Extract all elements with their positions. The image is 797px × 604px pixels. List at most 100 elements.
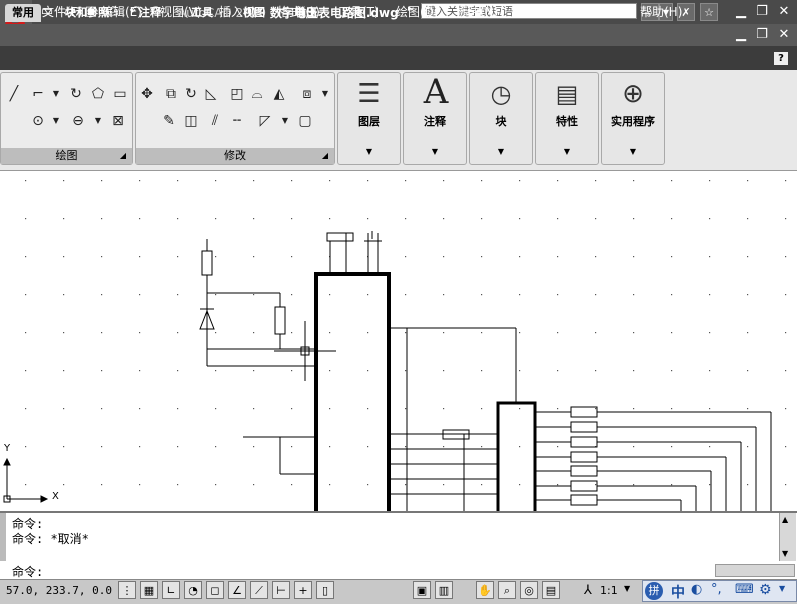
dynamic-input-icon[interactable]: ⊢ — [272, 581, 290, 599]
menu-draw[interactable]: 绘图(D) — [396, 3, 439, 20]
annotation-panel[interactable]: A 注释 ▼ — [403, 72, 467, 165]
menu-dimension[interactable]: 标注(N) — [456, 3, 498, 20]
tab-blocks-references[interactable]: 块和参照 — [58, 4, 116, 22]
command-input-row[interactable]: 命令: — [0, 563, 797, 580]
ellipse-icon[interactable]: ⊖ — [69, 112, 87, 130]
favorites-star-icon[interactable]: ☆ — [700, 3, 718, 21]
stretch-icon[interactable]: ◺ — [202, 85, 220, 103]
copy-icon[interactable]: ⧉ — [162, 85, 180, 103]
text-a-icon: A — [423, 72, 449, 112]
array-dropdown-icon[interactable]: ▼ — [316, 85, 334, 103]
properties-label: 特性 — [556, 115, 578, 128]
polyline-dropdown-icon[interactable]: ▼ — [47, 85, 65, 103]
grid-display-icon[interactable]: ▦ — [140, 581, 158, 599]
polar-tracking-icon[interactable]: ◔ — [184, 581, 202, 599]
help-question-icon[interactable]: ? — [774, 52, 788, 65]
showmotion-icon[interactable]: ▤ — [542, 581, 560, 599]
fillet-icon[interactable]: ⌓ — [248, 85, 266, 103]
scale-icon[interactable]: ◰ — [228, 85, 246, 103]
rectangle-icon[interactable]: ▭ — [111, 85, 129, 103]
scroll-up-icon[interactable]: ▲ — [782, 515, 788, 524]
block-panel[interactable]: ◷ 块 ▼ — [469, 72, 533, 165]
menu-modify[interactable]: 修改(M) — [516, 3, 560, 20]
ime-punctuation-icon[interactable]: °, — [711, 582, 722, 597]
circle-dropdown-icon[interactable]: ▼ — [47, 112, 65, 130]
circle-icon[interactable]: ⊙ — [29, 112, 47, 130]
panel-expand-icon[interactable]: ◢ — [322, 148, 328, 164]
mirror-icon[interactable]: ◭ — [270, 85, 288, 103]
tab-home[interactable]: 常用 — [5, 4, 41, 22]
command-window-grip[interactable] — [0, 513, 6, 561]
horizontal-scrollbar[interactable] — [715, 564, 795, 577]
ucs-y-label: Y — [4, 443, 11, 454]
modify-panel-title[interactable]: 修改 ◢ — [136, 148, 334, 164]
close-window-icon[interactable]: ✕ — [775, 3, 793, 20]
ime-language-mode[interactable]: 中 — [671, 582, 685, 602]
object-snap-tracking-icon[interactable]: ∠ — [228, 581, 246, 599]
trim-icon[interactable]: ⫽ — [206, 112, 224, 130]
array-icon[interactable]: ⧈ — [298, 85, 316, 103]
chevron-down-icon: ▼ — [629, 147, 637, 156]
polygon-icon[interactable]: ⬠ — [89, 85, 107, 103]
ime-halfwidth-icon[interactable]: ◐ — [691, 582, 702, 597]
ime-keyboard-icon[interactable]: ⌨ — [735, 582, 754, 597]
tab-tools[interactable]: 工具 — [184, 4, 220, 22]
doc-restore-icon[interactable]: ❐ — [753, 26, 771, 43]
layers-panel[interactable]: ☰ 图层 ▼ — [337, 72, 401, 165]
ortho-mode-icon[interactable]: ∟ — [162, 581, 180, 599]
model-space-icon[interactable]: ▣ — [413, 581, 431, 599]
menu-window[interactable]: 窗口(W) — [577, 3, 622, 20]
block-icon: ◷ — [490, 80, 512, 108]
lineweight-icon[interactable]: + — [294, 581, 312, 599]
command-scrollbar[interactable]: ▲ ▼ — [779, 513, 796, 561]
draw-panel-title[interactable]: 绘图 ◢ — [1, 148, 132, 164]
ribbon-tab-bar — [0, 46, 797, 70]
explode-icon[interactable]: ◫ — [182, 112, 200, 130]
ribbon-minimize-icon[interactable]: ⊖ — [348, 4, 368, 22]
object-snap-icon[interactable]: ◻ — [206, 581, 224, 599]
restore-window-icon[interactable]: ❐ — [753, 3, 771, 20]
modify-panel: ✥ ⧉ ↻ ◺ ◰ ⌓ ◭ ⧈ ▼ ✎ ◫ ⫽ ╌ ◸ ▼ ▢ 修改 ◢ — [135, 72, 335, 165]
chamfer-icon[interactable]: ◸ — [256, 112, 274, 130]
line-icon[interactable]: ╱ — [5, 85, 23, 103]
offset-icon[interactable]: ▢ — [296, 112, 314, 130]
tab-output[interactable]: 输出 — [288, 4, 324, 22]
ime-settings-gear-icon[interactable]: ⚙ — [759, 582, 772, 598]
erase-icon[interactable]: ✎ — [160, 112, 178, 130]
steering-wheel-icon[interactable]: ◎ — [520, 581, 538, 599]
ime-logo-icon[interactable]: 拼 — [645, 582, 663, 600]
chamfer-dropdown-icon[interactable]: ▼ — [276, 112, 294, 130]
zoom-icon[interactable]: ⌕ — [498, 581, 516, 599]
utilities-panel[interactable]: ⊕ 实用程序 ▼ — [601, 72, 665, 165]
dynamic-ucs-icon[interactable]: ⟋ — [250, 581, 268, 599]
doc-minimize-icon[interactable]: ▁ — [732, 26, 750, 43]
drawing-canvas[interactable]: Y X — [0, 170, 797, 511]
tab-view[interactable]: 视图 — [236, 4, 272, 22]
tab-annotate[interactable]: 注释 — [132, 4, 168, 22]
block-label: 块 — [495, 115, 507, 128]
draw-panel: ╱ ⌐ ▼ ↻ ⬠ ▭ ⊙ ▼ ⊖ ▼ ⊠ 绘图 ◢ — [0, 72, 133, 165]
pan-icon[interactable]: ✋ — [476, 581, 494, 599]
chevron-down-icon[interactable]: ▼ — [779, 584, 785, 593]
snap-mode-icon[interactable]: ⋮ — [118, 581, 136, 599]
chevron-down-icon[interactable]: ▼ — [624, 584, 630, 593]
break-icon[interactable]: ╌ — [228, 112, 246, 130]
panel-expand-icon[interactable]: ◢ — [120, 148, 126, 164]
menu-help[interactable]: 帮助(H) — [640, 3, 682, 20]
arc-icon[interactable]: ↻ — [67, 85, 85, 103]
layout-icon[interactable]: ▥ — [435, 581, 453, 599]
rotate-icon[interactable]: ↻ — [182, 85, 200, 103]
move-icon[interactable]: ✥ — [138, 85, 156, 103]
annotation-scale-icon[interactable]: ⅄ — [584, 583, 592, 598]
ucs-x-label: X — [52, 491, 59, 502]
coordinate-readout[interactable]: 57.0, 233.7, 0.0 — [6, 584, 112, 597]
minimize-window-icon[interactable]: ▁ — [732, 3, 750, 20]
properties-panel[interactable]: ▤ 特性 ▼ — [535, 72, 599, 165]
scroll-down-icon[interactable]: ▼ — [782, 549, 788, 558]
quick-properties-icon[interactable]: ▯ — [316, 581, 334, 599]
polyline-icon[interactable]: ⌐ — [29, 85, 47, 103]
doc-close-icon[interactable]: ✕ — [775, 26, 793, 43]
hatch-icon[interactable]: ⊠ — [109, 112, 127, 130]
ellipse-dropdown-icon[interactable]: ▼ — [89, 112, 107, 130]
annotation-scale-value[interactable]: 1:1 — [600, 584, 618, 597]
